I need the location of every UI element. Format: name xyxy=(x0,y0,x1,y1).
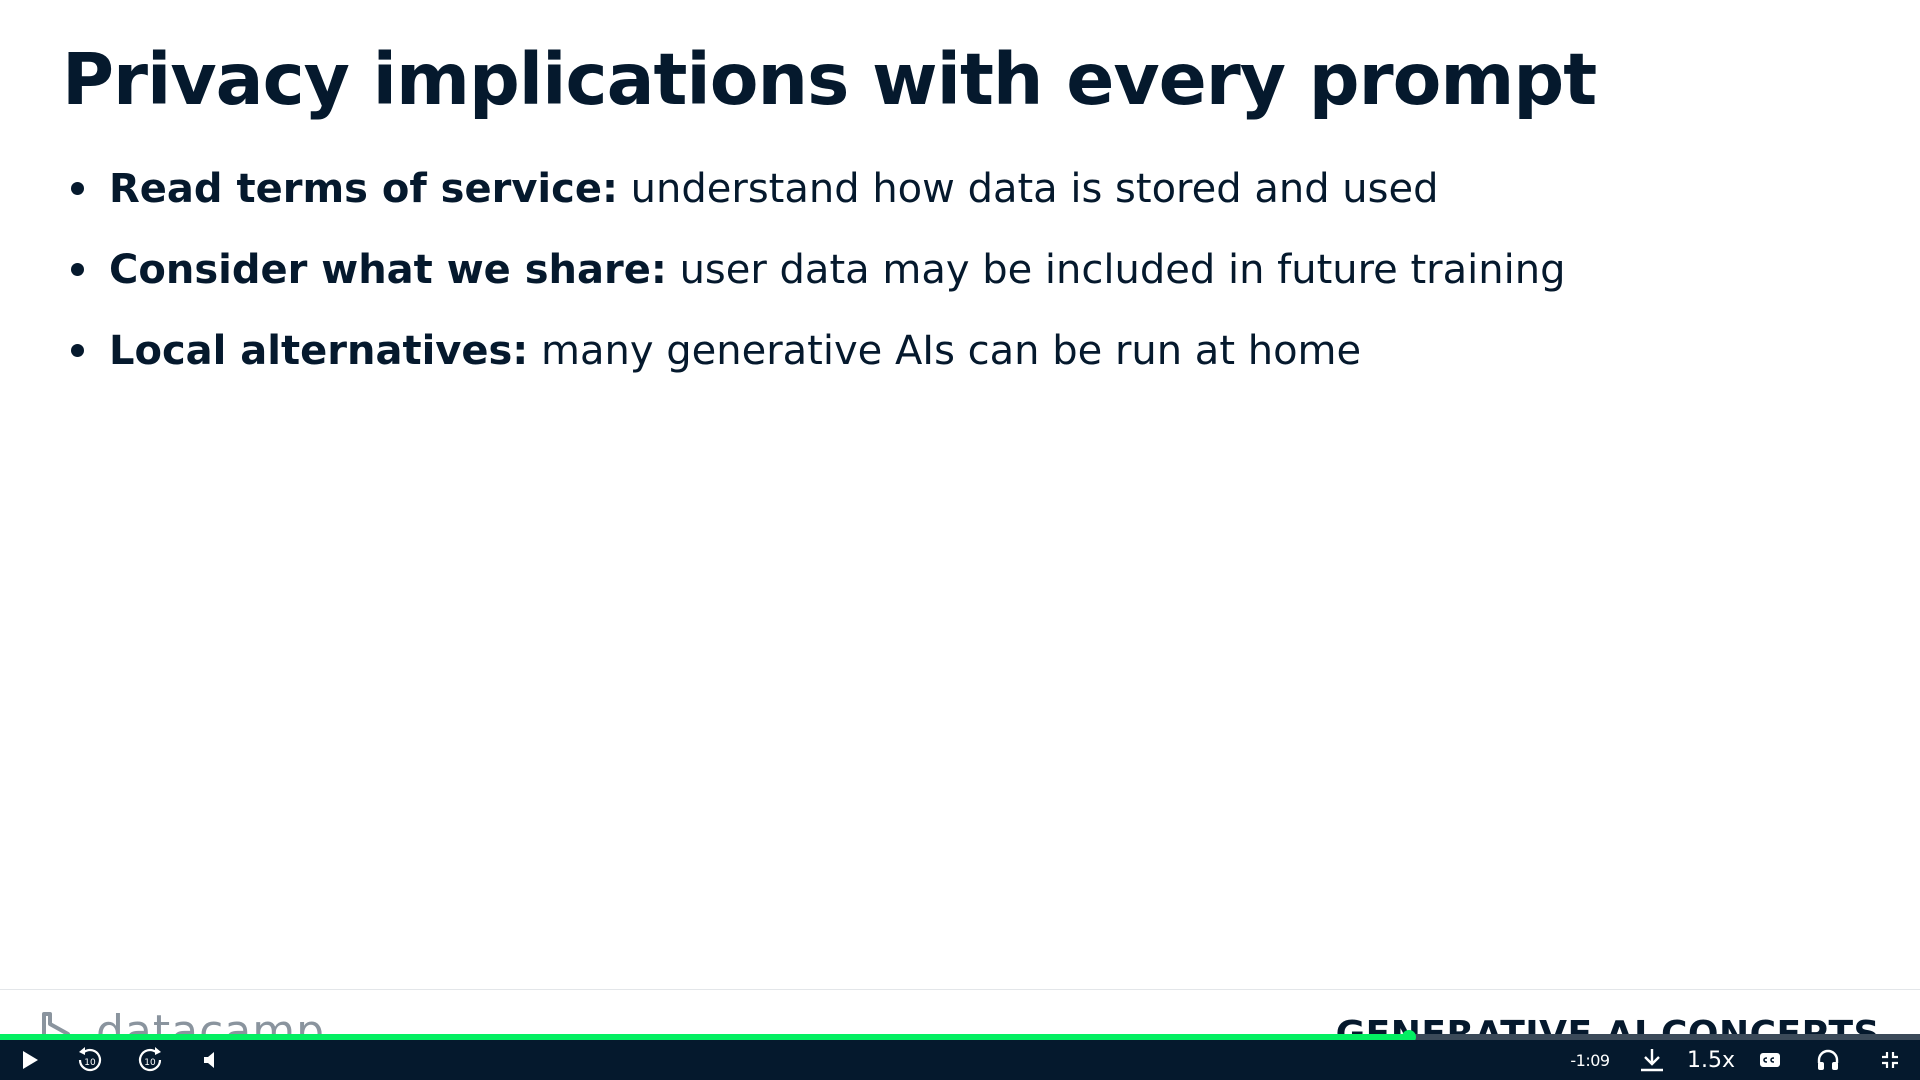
play-button[interactable] xyxy=(12,1040,48,1080)
bullet-dot xyxy=(71,344,84,357)
slide-footer: datacamp GENERATIVE AI CONCEPTS xyxy=(0,989,1920,1040)
bullet-key: Read terms of service: xyxy=(109,165,618,212)
rewind-10-icon: 10 xyxy=(78,1047,102,1072)
bullet-dot xyxy=(71,182,84,195)
slide-title: Privacy implications with every prompt xyxy=(62,38,1597,121)
bullet-item: Read terms of service: understand how da… xyxy=(68,148,1565,229)
forward-10-label: 10 xyxy=(144,1058,156,1068)
bullet-item: Consider what we share: user data may be… xyxy=(68,229,1565,310)
captions-button[interactable] xyxy=(1754,1040,1786,1080)
volume-button[interactable] xyxy=(196,1040,224,1080)
time-remaining: -1:09 xyxy=(1570,1050,1610,1070)
audio-only-button[interactable] xyxy=(1812,1040,1844,1080)
bullet-text: many generative AIs can be run at home xyxy=(528,327,1362,374)
bullet-text: user data may be included in future trai… xyxy=(666,246,1566,293)
forward-10-icon: 10 xyxy=(138,1047,162,1072)
download-icon xyxy=(1641,1049,1663,1072)
rewind-10-label: 10 xyxy=(84,1058,96,1068)
bullet-item: Local alternatives: many generative AIs … xyxy=(68,310,1565,391)
headphones-icon xyxy=(1817,1049,1839,1070)
playback-speed-button[interactable]: 1.5x xyxy=(1686,1040,1736,1080)
captions-icon xyxy=(1760,1053,1780,1067)
bullet-text: understand how data is stored and used xyxy=(617,165,1439,212)
bullet-key: Consider what we share: xyxy=(109,246,667,293)
exit-fullscreen-button[interactable] xyxy=(1874,1040,1906,1080)
forward-10-button[interactable]: 10 xyxy=(132,1040,168,1080)
rewind-10-button[interactable]: 10 xyxy=(72,1040,108,1080)
bullet-list: Read terms of service: understand how da… xyxy=(68,148,1565,391)
bullet-key: Local alternatives: xyxy=(109,327,529,374)
bullet-dot xyxy=(71,263,84,276)
exit-fullscreen-icon xyxy=(1882,1052,1898,1068)
volume-icon xyxy=(204,1052,214,1068)
play-icon xyxy=(23,1051,38,1069)
download-button[interactable] xyxy=(1634,1040,1670,1080)
video-control-bar: 10 10 -1:09 1.5x xyxy=(0,1040,1920,1080)
